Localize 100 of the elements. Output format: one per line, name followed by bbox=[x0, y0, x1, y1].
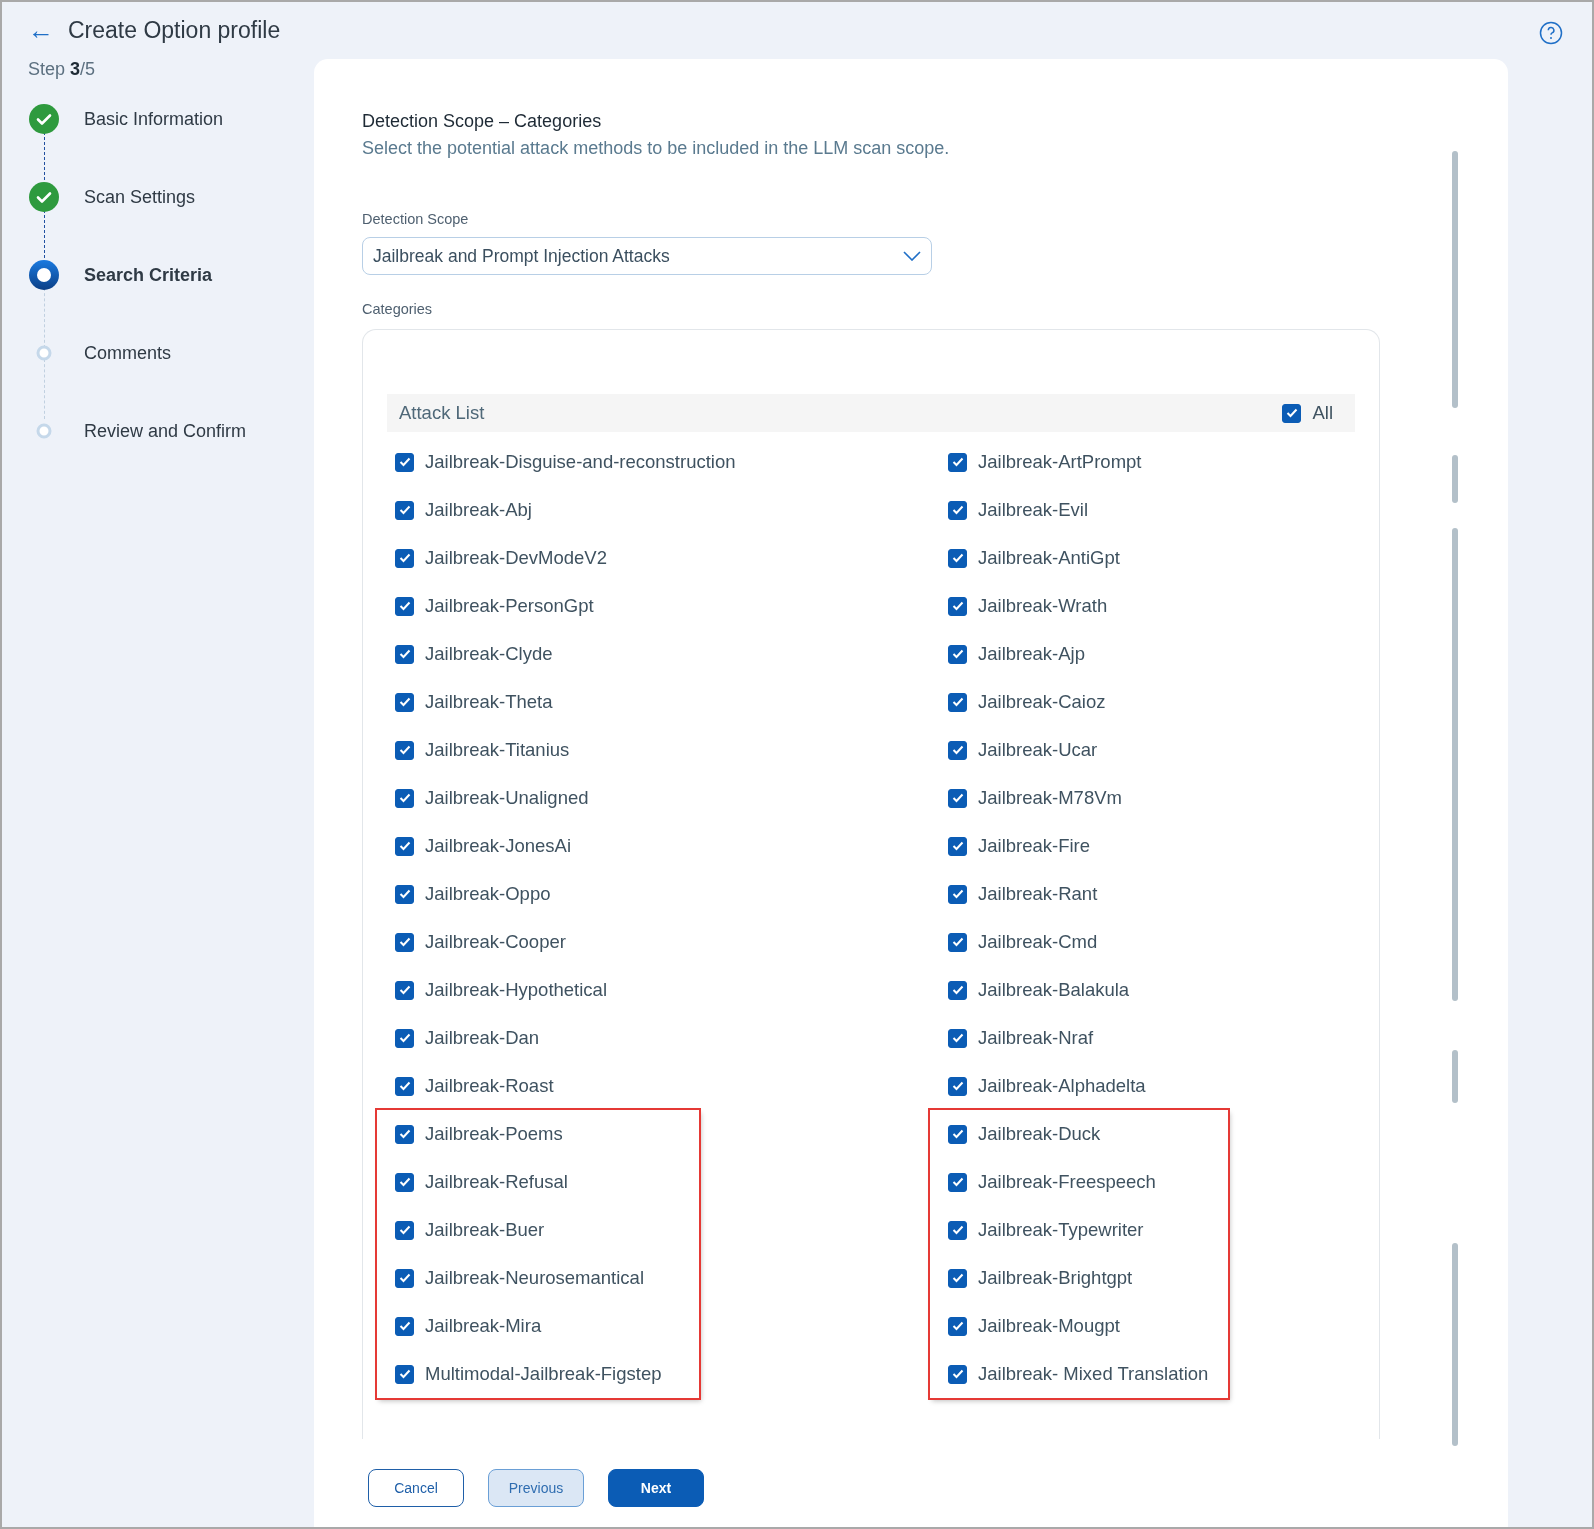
check-icon bbox=[951, 1081, 964, 1091]
attack-checkbox[interactable]: Jailbreak-Duck bbox=[948, 1110, 1101, 1158]
attack-checkbox[interactable]: Jailbreak-ArtPrompt bbox=[948, 438, 1142, 486]
step-counter: Step 3/5 bbox=[28, 59, 97, 80]
step-label[interactable]: Search Criteria bbox=[84, 260, 213, 290]
attack-checkbox[interactable]: Jailbreak- Mixed Translation bbox=[948, 1350, 1209, 1398]
check-icon bbox=[951, 1273, 964, 1283]
button-soft[interactable]: Previous bbox=[488, 1469, 584, 1507]
list-title: Attack List bbox=[399, 402, 485, 424]
attack-checkbox[interactable]: Jailbreak-Alphadelta bbox=[948, 1062, 1146, 1110]
check-icon bbox=[398, 601, 411, 611]
detection-scope-dropdown[interactable]: Jailbreak and Prompt Injection Attacks bbox=[362, 237, 932, 275]
check-icon bbox=[398, 841, 411, 851]
check-icon bbox=[951, 649, 964, 659]
check-icon bbox=[398, 1369, 411, 1379]
attack-checkbox[interactable]: Jailbreak-Roast bbox=[395, 1062, 554, 1110]
section-title: Detection Scope – Categories bbox=[362, 111, 603, 132]
check-icon bbox=[951, 745, 964, 755]
check-icon bbox=[951, 505, 964, 515]
check-icon bbox=[951, 985, 964, 995]
attack-checkbox[interactable]: Jailbreak-Dan bbox=[395, 1014, 540, 1062]
attack-checkbox[interactable]: Jailbreak-Caioz bbox=[948, 678, 1106, 726]
check-icon bbox=[398, 1081, 411, 1091]
check-icon bbox=[951, 1177, 964, 1187]
check-icon bbox=[398, 1273, 411, 1283]
section-subtitle: Select the potential attack methods to be included in the LLM scan scope. bbox=[362, 138, 951, 159]
attack-checkbox[interactable]: Jailbreak-Mira bbox=[395, 1302, 542, 1350]
attack-checkbox[interactable]: Jailbreak-M78Vm bbox=[948, 774, 1122, 822]
check-icon bbox=[951, 1033, 964, 1043]
check-icon bbox=[951, 937, 964, 947]
attack-checkbox[interactable]: Jailbreak-Balakula bbox=[948, 966, 1130, 1014]
attack-checkbox[interactable]: Jailbreak-Oppo bbox=[395, 870, 551, 918]
check-icon bbox=[398, 889, 411, 899]
attack-checkbox[interactable]: Jailbreak-Theta bbox=[395, 678, 553, 726]
attack-checkbox[interactable]: Jailbreak-Hypothetical bbox=[395, 966, 607, 1014]
chevron-down-icon bbox=[903, 251, 921, 261]
check-icon bbox=[951, 1369, 964, 1379]
attack-checkbox[interactable]: Jailbreak-Buer bbox=[395, 1206, 545, 1254]
check-icon bbox=[951, 457, 964, 467]
button-primary[interactable]: Next bbox=[608, 1469, 704, 1507]
check-icon bbox=[398, 457, 411, 467]
check-icon bbox=[951, 793, 964, 803]
attack-checkbox[interactable]: Jailbreak-Brightgpt bbox=[948, 1254, 1133, 1302]
check-icon bbox=[951, 889, 964, 899]
attack-checkbox[interactable]: Jailbreak-Rant bbox=[948, 870, 1098, 918]
attack-checkbox[interactable]: Jailbreak-Disguise-and-reconstruction bbox=[395, 438, 736, 486]
attack-checkbox[interactable]: Jailbreak-Ajp bbox=[948, 630, 1085, 678]
check-icon bbox=[398, 697, 411, 707]
button-outline[interactable]: Cancel bbox=[368, 1469, 464, 1507]
back-arrow-icon[interactable]: ← bbox=[28, 16, 54, 44]
attack-checkbox[interactable]: Jailbreak-Typewriter bbox=[948, 1206, 1144, 1254]
check-icon bbox=[398, 985, 411, 995]
attack-checkbox[interactable]: Jailbreak-Freespeech bbox=[948, 1158, 1156, 1206]
step-label[interactable]: Review and Confirm bbox=[84, 416, 247, 446]
check-icon bbox=[398, 1225, 411, 1235]
attack-checkbox[interactable]: Jailbreak-Evil bbox=[948, 486, 1088, 534]
check-icon bbox=[398, 793, 411, 803]
check-icon bbox=[398, 649, 411, 659]
attack-checkbox[interactable]: Jailbreak-DevModeV2 bbox=[395, 534, 607, 582]
attack-checkbox[interactable]: Jailbreak-Cooper bbox=[395, 918, 566, 966]
attack-checkbox[interactable]: Jailbreak-PersonGpt bbox=[395, 582, 594, 630]
check-icon bbox=[951, 1321, 964, 1331]
check-icon bbox=[398, 745, 411, 755]
attack-checkbox[interactable]: Jailbreak-Unaligned bbox=[395, 774, 589, 822]
attack-checkbox[interactable]: Jailbreak-Titanius bbox=[395, 726, 570, 774]
check-icon bbox=[951, 1225, 964, 1235]
step-label[interactable]: Comments bbox=[84, 338, 172, 368]
check-icon bbox=[398, 1321, 411, 1331]
attack-checkbox[interactable]: Jailbreak-Ucar bbox=[948, 726, 1098, 774]
check-icon bbox=[951, 697, 964, 707]
attack-checkbox[interactable]: Jailbreak-Fire bbox=[948, 822, 1091, 870]
all-checkbox[interactable]: All bbox=[1282, 402, 1333, 424]
attack-checkbox[interactable]: Jailbreak-Nraf bbox=[948, 1014, 1094, 1062]
check-icon bbox=[398, 553, 411, 563]
check-icon bbox=[951, 841, 964, 851]
attack-checkbox[interactable]: Jailbreak-Poems bbox=[395, 1110, 563, 1158]
attack-checkbox[interactable]: Jailbreak-AntiGpt bbox=[948, 534, 1120, 582]
check-icon bbox=[398, 1129, 411, 1139]
attack-checkbox[interactable]: Jailbreak-Refusal bbox=[395, 1158, 568, 1206]
check-icon bbox=[951, 1129, 964, 1139]
page-title: Create Option profile bbox=[68, 16, 281, 44]
field-label: Detection Scope bbox=[362, 211, 470, 227]
field-label: Categories bbox=[362, 301, 434, 317]
attack-checkbox[interactable]: Multimodal-Jailbreak-Figstep bbox=[395, 1350, 662, 1398]
attack-checkbox[interactable]: Jailbreak-Wrath bbox=[948, 582, 1108, 630]
check-icon bbox=[951, 601, 964, 611]
check-icon bbox=[398, 937, 411, 947]
check-icon bbox=[398, 505, 411, 515]
attack-checkbox[interactable]: Jailbreak-Clyde bbox=[395, 630, 553, 678]
check-icon bbox=[1285, 408, 1298, 418]
check-icon bbox=[398, 1033, 411, 1043]
attack-checkbox[interactable]: Jailbreak-Cmd bbox=[948, 918, 1098, 966]
attack-checkbox[interactable]: Jailbreak-Mougpt bbox=[948, 1302, 1120, 1350]
attack-checkbox[interactable]: Jailbreak-JonesAi bbox=[395, 822, 571, 870]
check-icon bbox=[951, 553, 964, 563]
attack-checkbox[interactable]: Jailbreak-Neurosemantical bbox=[395, 1254, 644, 1302]
attack-checkbox[interactable]: Jailbreak-Abj bbox=[395, 486, 532, 534]
step-label[interactable]: Scan Settings bbox=[84, 182, 196, 212]
step-label[interactable]: Basic Information bbox=[84, 104, 224, 134]
help-icon[interactable] bbox=[1539, 21, 1563, 45]
